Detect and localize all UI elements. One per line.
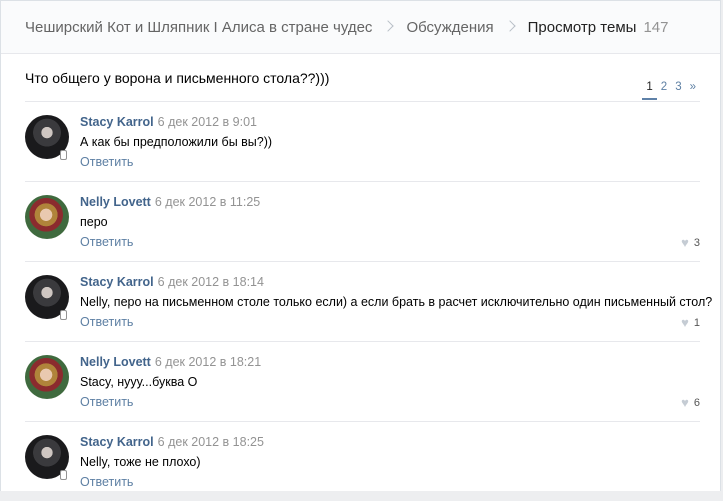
like-count: 6	[693, 396, 700, 409]
reply-link[interactable]: Ответить	[80, 315, 133, 329]
heart-icon: ♥	[681, 315, 689, 330]
post-item: Stacy Karrol 6 дек 2012 в 18:14 Nelly, пе…	[25, 262, 712, 342]
post-date[interactable]: 6 дек 2012 в 18:14	[158, 275, 264, 289]
post-item: Stacy Karrol 6 дек 2012 в 18:25 Nelly, то…	[25, 422, 700, 501]
post-header: Nelly Lovett 6 дек 2012 в 18:21	[80, 355, 261, 369]
mobile-phone-icon	[60, 150, 67, 160]
page-3-link[interactable]: 3	[671, 81, 685, 100]
author-link[interactable]: Stacy Karrol	[80, 275, 154, 289]
post-item: Stacy Karrol 6 дек 2012 в 9:01 А как бы п…	[25, 102, 700, 182]
like-button[interactable]: ♥ 3	[681, 235, 700, 250]
reply-link[interactable]: Ответить	[80, 235, 133, 249]
post-date[interactable]: 6 дек 2012 в 9:01	[158, 115, 257, 129]
post-header: Nelly Lovett 6 дек 2012 в 11:25	[80, 195, 260, 209]
page-1-link[interactable]: 1	[642, 81, 657, 100]
page-2-link[interactable]: 2	[657, 81, 671, 100]
reply-link[interactable]: Ответить	[80, 155, 133, 169]
heart-icon: ♥	[681, 395, 689, 410]
next-page-link[interactable]: »	[686, 81, 700, 100]
pagination: 1 2 3 »	[642, 81, 700, 100]
breadcrumb: Чеширский Кот и Шляпник I Алиса в стране…	[1, 1, 720, 54]
post-item: Nelly Lovett 6 дек 2012 в 11:25 перо Отве…	[25, 182, 700, 262]
chevron-right-icon	[503, 20, 516, 32]
post-text: Nelly, тоже не плохо)	[80, 455, 201, 469]
reply-link[interactable]: Ответить	[80, 475, 133, 489]
author-link[interactable]: Stacy Karrol	[80, 435, 154, 449]
like-count: 1	[693, 316, 700, 329]
avatar[interactable]	[25, 355, 69, 399]
post-date[interactable]: 6 дек 2012 в 11:25	[155, 195, 260, 209]
author-link[interactable]: Stacy Karrol	[80, 115, 154, 129]
post-header: Stacy Karrol 6 дек 2012 в 18:25	[80, 435, 264, 449]
post-date[interactable]: 6 дек 2012 в 18:21	[155, 355, 261, 369]
avatar[interactable]	[25, 195, 69, 239]
heart-icon: ♥	[681, 235, 689, 250]
chevron-right-icon	[382, 20, 395, 32]
author-link[interactable]: Nelly Lovett	[80, 355, 151, 369]
like-count: 3	[693, 236, 700, 249]
mobile-phone-icon	[60, 470, 67, 480]
post-date[interactable]: 6 дек 2012 в 18:25	[158, 435, 264, 449]
page: Чеширский Кот и Шляпник I Алиса в стране…	[0, 0, 721, 491]
topic-title: Что общего у ворона и письменного стола?…	[25, 70, 330, 86]
post-item: Nelly Lovett 6 дек 2012 в 18:21 Stacy, ну…	[25, 342, 700, 422]
reply-link[interactable]: Ответить	[80, 395, 133, 409]
post-text: Nelly, перо на письменном столе только е…	[80, 295, 713, 309]
breadcrumb-group-link[interactable]: Чеширский Кот и Шляпник I Алиса в стране…	[25, 19, 372, 36]
post-text: А как бы предположили бы вы?))	[80, 135, 273, 149]
post-header: Stacy Karrol 6 дек 2012 в 18:14	[80, 275, 264, 289]
post-text: перо	[80, 215, 108, 229]
mobile-phone-icon	[60, 310, 67, 320]
like-button[interactable]: ♥ 6	[681, 395, 700, 410]
author-link[interactable]: Nelly Lovett	[80, 195, 151, 209]
like-button[interactable]: ♥ 1	[681, 315, 700, 330]
post-list: Stacy Karrol 6 дек 2012 в 9:01 А как бы п…	[1, 102, 720, 501]
post-count: 147	[643, 18, 669, 36]
breadcrumb-current: Просмотр темы	[527, 18, 637, 36]
post-header: Stacy Karrol 6 дек 2012 в 9:01	[80, 115, 257, 129]
breadcrumb-discussions-link[interactable]: Обсуждения	[406, 19, 493, 36]
post-text: Stacy, нууу...буква О	[80, 375, 198, 389]
